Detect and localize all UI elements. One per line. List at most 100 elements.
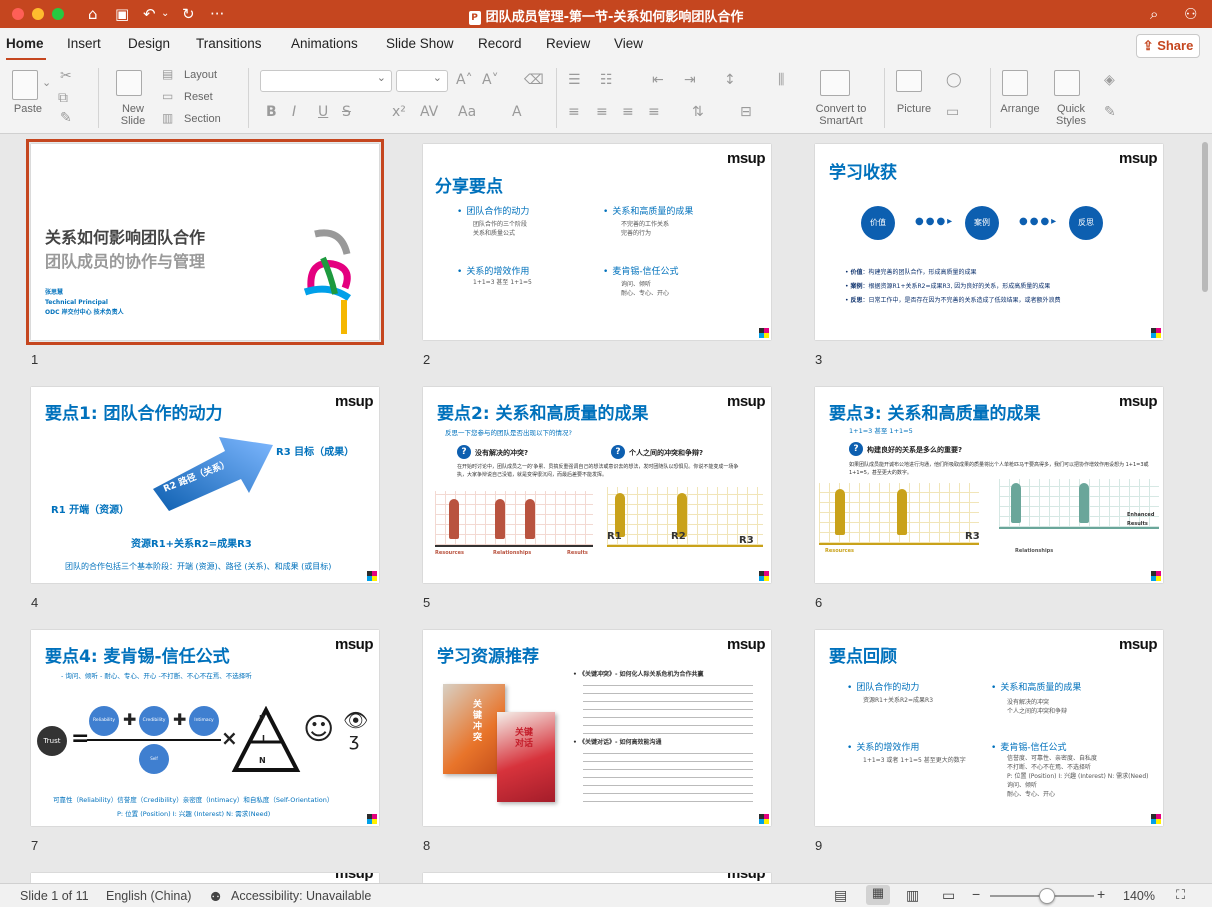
- slide-thumbnail-2[interactable]: msup 分享要点 团队合作的动力 团队合作的三个阶段 关系和质量公式 关系和高…: [423, 144, 771, 340]
- text-box-icon[interactable]: ▭: [946, 104, 959, 120]
- clear-format-icon[interactable]: ⌫: [524, 72, 544, 88]
- reset-button[interactable]: Reset: [184, 91, 213, 103]
- font-color-button[interactable]: A: [512, 104, 522, 120]
- corner-mark: [1151, 814, 1161, 824]
- columns-icon[interactable]: ⫼: [778, 72, 784, 88]
- decrease-indent-icon[interactable]: ⇤: [652, 72, 664, 88]
- slide-show-icon[interactable]: ▭: [942, 887, 955, 904]
- search-icon[interactable]: ⌕: [1150, 4, 1158, 24]
- copy-icon[interactable]: ⧉: [58, 90, 68, 106]
- justify-icon[interactable]: ≡: [648, 104, 660, 120]
- tab-home[interactable]: Home: [6, 36, 44, 51]
- line-spacing-icon[interactable]: ↕: [724, 72, 736, 88]
- share-button[interactable]: ⇪ Share: [1136, 34, 1200, 58]
- tab-view[interactable]: View: [614, 36, 643, 51]
- ear-icon: ʒ: [349, 730, 360, 751]
- slide-thumbnail-5[interactable]: msup 要点2: 关系和高质量的成果 反思一下您参与的团队是否出现以下的情况?…: [423, 387, 771, 583]
- character-spacing-icon[interactable]: AV: [420, 104, 438, 120]
- quick-styles-button[interactable]: Quick Styles: [1050, 103, 1092, 127]
- font-size-select[interactable]: [396, 70, 448, 92]
- smartart-icon[interactable]: [820, 70, 850, 96]
- new-slide-label[interactable]: New Slide: [112, 103, 154, 127]
- picture-button[interactable]: Picture: [894, 103, 934, 115]
- slide-4-title: 要点1: 团队合作的动力: [45, 404, 223, 424]
- quick-styles-icon[interactable]: [1054, 70, 1080, 96]
- bullets-icon[interactable]: ☰: [568, 72, 581, 88]
- slide-7-pyramid-n: N: [259, 756, 266, 765]
- zoom-in-icon[interactable]: +: [1097, 886, 1105, 902]
- section-button[interactable]: Section: [184, 113, 221, 125]
- format-painter-icon[interactable]: ✎: [60, 110, 72, 126]
- normal-view-icon[interactable]: ▤: [834, 887, 847, 904]
- powerpoint-file-icon: P: [468, 11, 481, 25]
- fit-to-window-icon[interactable]: ⛶: [1176, 887, 1185, 903]
- arrange-button[interactable]: Arrange: [998, 103, 1042, 115]
- tab-insert[interactable]: Insert: [67, 36, 101, 51]
- picture-icon[interactable]: [896, 70, 922, 92]
- subscript-icon[interactable]: x²: [392, 104, 406, 120]
- reading-view-icon[interactable]: ▥: [906, 887, 919, 904]
- slide-5-question-icon: ?: [611, 445, 625, 459]
- tab-slide-show[interactable]: Slide Show: [386, 36, 454, 51]
- corner-mark: [367, 571, 377, 581]
- accessibility-status[interactable]: Accessibility: Unavailable: [231, 889, 371, 903]
- language-indicator[interactable]: English (China): [106, 889, 191, 903]
- section-icon[interactable]: ▥: [162, 110, 173, 126]
- slide-7-pin-pyramid: [231, 706, 301, 772]
- slide-7-formula-1: 可靠性（Reliability）信誉度（Credibility）亲密度（Inti…: [53, 796, 334, 804]
- slide-thumbnail-11[interactable]: msup: [423, 873, 771, 883]
- strikethrough-button[interactable]: S: [342, 104, 351, 120]
- slide-thumbnail-7[interactable]: msup 要点4: 麦肯锡-信任公式 - 询问、倾听 - 耐心、专心、开心 -不…: [31, 630, 379, 826]
- slide-thumbnail-8[interactable]: msup 学习资源推荐 关键冲突 关键对话 • 《关键冲突》- 如何化人际关系危…: [423, 630, 771, 826]
- align-left-icon[interactable]: ≡: [568, 104, 580, 120]
- increase-indent-icon[interactable]: ⇥: [684, 72, 696, 88]
- zoom-out-icon[interactable]: −: [972, 886, 980, 902]
- slide-sorter-view-icon[interactable]: ▦: [866, 885, 890, 905]
- book-1-title: 关键冲突: [473, 700, 483, 743]
- slide-thumbnail-10[interactable]: msup: [31, 873, 379, 883]
- slide-number-4: 4: [31, 595, 39, 610]
- bold-button[interactable]: B: [266, 104, 277, 120]
- convert-smartart-button[interactable]: Convert to SmartArt: [808, 103, 874, 127]
- slide-thumbnail-6[interactable]: msup 要点3: 关系和高质量的成果 1+1=3 甚至 1+1=5 ? 构建良…: [815, 387, 1163, 583]
- paste-icon[interactable]: [12, 70, 38, 100]
- tab-design[interactable]: Design: [128, 36, 170, 51]
- align-center-icon[interactable]: ≡: [596, 104, 608, 120]
- shape-outline-icon[interactable]: ✎: [1104, 104, 1116, 120]
- arrange-icon[interactable]: [1002, 70, 1028, 96]
- tab-review[interactable]: Review: [546, 36, 590, 51]
- align-text-icon[interactable]: ⊟: [740, 104, 752, 120]
- vertical-scrollbar[interactable]: [1202, 142, 1208, 292]
- font-name-select[interactable]: [260, 70, 392, 92]
- zoom-level[interactable]: 140%: [1123, 889, 1155, 903]
- zoom-slider-thumb[interactable]: [1039, 888, 1056, 904]
- slide-8-book-2-text: [583, 750, 753, 802]
- underline-button[interactable]: U: [318, 104, 328, 120]
- new-slide-icon[interactable]: [116, 70, 142, 96]
- cut-icon[interactable]: ✂: [60, 68, 72, 84]
- numbering-icon[interactable]: ☷: [600, 72, 613, 88]
- shapes-icon[interactable]: ◯: [946, 72, 962, 88]
- slide-5-figure-red: [435, 491, 593, 547]
- reset-icon[interactable]: ▭: [162, 88, 173, 104]
- slide-thumbnail-9[interactable]: msup 要点回顾 团队合作的动力 资源R1+关系R2=成果R3 关系和高质量的…: [815, 630, 1163, 826]
- slide-9-point-4-sub-2: 不打断、不心不在焉、不选择听: [1007, 764, 1092, 771]
- tab-animations[interactable]: Animations: [291, 36, 358, 51]
- slide-thumbnail-3[interactable]: msup 学习收获 价值 ●●●▸ 案例 ●●●▸ 反思 • 价值：构建完善的团…: [815, 144, 1163, 340]
- change-case-button[interactable]: Aa: [458, 104, 476, 120]
- tab-record[interactable]: Record: [478, 36, 522, 51]
- paste-dropdown-icon[interactable]: ⌄: [42, 76, 51, 89]
- layout-button[interactable]: Layout: [184, 69, 217, 81]
- layout-icon[interactable]: ▤: [162, 66, 173, 82]
- account-icon[interactable]: ⚇: [1184, 4, 1197, 24]
- slide-thumbnail-1[interactable]: 关系如何影响团队合作 团队成员的协作与管理 张思慧 Technical Prin…: [26, 139, 384, 345]
- slide-thumbnail-4[interactable]: msup 要点1: 团队合作的动力 R2 路径（关系） R1 开端（资源） R3…: [31, 387, 379, 583]
- italic-button[interactable]: I: [292, 104, 296, 120]
- align-right-icon[interactable]: ≡: [622, 104, 634, 120]
- increase-font-icon[interactable]: A˄: [456, 72, 473, 88]
- shape-fill-icon[interactable]: ◈: [1104, 72, 1115, 88]
- decrease-font-icon[interactable]: A˅: [482, 72, 499, 88]
- text-direction-icon[interactable]: ⇅: [692, 104, 704, 120]
- slide-9-point-2-sub-1: 没有解决的冲突: [1007, 699, 1050, 706]
- tab-transitions[interactable]: Transitions: [196, 36, 262, 51]
